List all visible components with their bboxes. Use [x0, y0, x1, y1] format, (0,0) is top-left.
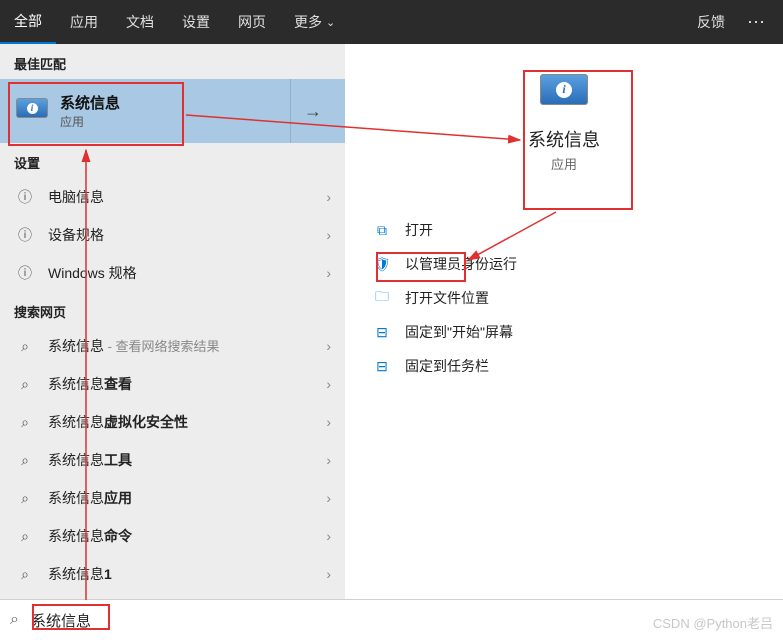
- web-row[interactable]: ⌕ 系统信息查看 ›: [0, 365, 345, 403]
- chevron-right-icon: ›: [326, 490, 331, 506]
- best-match-item[interactable]: i 系统信息 应用 →: [0, 79, 345, 143]
- settings-header: 设置: [0, 143, 345, 178]
- feedback-button[interactable]: 反馈: [685, 12, 737, 32]
- web-row[interactable]: ⌕ 系统信息命令 ›: [0, 517, 345, 555]
- search-icon: ⌕: [14, 376, 36, 393]
- search-icon: ⌕: [14, 566, 36, 583]
- best-match-title: 系统信息: [60, 92, 290, 113]
- preview-title: 系统信息: [528, 126, 600, 152]
- web-row[interactable]: ⌕ 系统信息1 ›: [0, 555, 345, 593]
- preview-subtitle: 应用: [551, 154, 577, 173]
- chevron-right-icon: ›: [326, 189, 331, 205]
- expand-arrow-button[interactable]: →: [290, 79, 335, 143]
- action-pin-to-taskbar[interactable]: ⊟ 固定到任务栏: [365, 349, 763, 383]
- tab-settings[interactable]: 设置: [168, 0, 224, 44]
- chevron-right-icon: ›: [326, 338, 331, 354]
- preview-pane: i 系统信息 应用 ⧉ 打开 🛡 以管理员身份运行 🗀 打开文件位置 ⊟ 固定到…: [345, 44, 783, 600]
- row-label: 系统信息 - 查看网络搜索结果: [48, 336, 326, 356]
- web-row[interactable]: ⌕ 系统信息应用 ›: [0, 479, 345, 517]
- row-label: 系统信息查看: [48, 374, 326, 394]
- overflow-menu-button[interactable]: ⋯: [737, 13, 775, 31]
- web-row[interactable]: ⌕ 系统信息工具 ›: [0, 441, 345, 479]
- tab-all[interactable]: 全部: [0, 0, 56, 44]
- tab-more[interactable]: 更多 ⌄: [280, 0, 349, 44]
- settings-row-windows-spec[interactable]: ⓘ Windows 规格 ›: [0, 254, 345, 292]
- best-match-header: 最佳匹配: [0, 44, 345, 79]
- web-row[interactable]: ⌕ 系统信息 - 查看网络搜索结果 ›: [0, 327, 345, 365]
- settings-row-pc-info[interactable]: ⓘ 电脑信息 ›: [0, 178, 345, 216]
- search-icon: ⌕: [14, 414, 36, 431]
- top-tab-bar: 全部 应用 文档 设置 网页 更多 ⌄ 反馈 ⋯: [0, 0, 783, 44]
- tab-documents[interactable]: 文档: [112, 0, 168, 44]
- action-label: 打开: [405, 220, 433, 240]
- tab-web[interactable]: 网页: [224, 0, 280, 44]
- chevron-right-icon: ›: [326, 265, 331, 281]
- row-label: 系统信息应用: [48, 488, 326, 508]
- action-label: 固定到任务栏: [405, 356, 489, 376]
- action-label: 固定到"开始"屏幕: [405, 322, 513, 342]
- search-input[interactable]: [29, 611, 773, 630]
- chevron-right-icon: ›: [326, 376, 331, 392]
- chevron-down-icon: ⌄: [326, 16, 335, 29]
- action-pin-to-start[interactable]: ⊟ 固定到"开始"屏幕: [365, 315, 763, 349]
- row-label: 系统信息1: [48, 564, 326, 584]
- info-icon: ⓘ: [14, 225, 36, 245]
- row-label: Windows 规格: [48, 263, 326, 283]
- row-label: 系统信息工具: [48, 450, 326, 470]
- admin-icon: 🛡: [371, 256, 393, 273]
- folder-icon: 🗀: [371, 286, 393, 310]
- search-icon: ⌕: [14, 452, 36, 469]
- web-row[interactable]: ⌕ 系统信息虚拟化安全性 ›: [0, 403, 345, 441]
- tab-apps[interactable]: 应用: [56, 0, 112, 44]
- row-label: 设备规格: [48, 225, 326, 245]
- info-icon: ⓘ: [14, 263, 36, 283]
- system-info-icon: i: [14, 93, 50, 129]
- search-icon: ⌕: [14, 338, 36, 355]
- open-icon: ⧉: [371, 222, 393, 239]
- action-open[interactable]: ⧉ 打开: [365, 213, 763, 247]
- row-label: 系统信息命令: [48, 526, 326, 546]
- pin-start-icon: ⊟: [371, 324, 393, 341]
- chevron-right-icon: ›: [326, 227, 331, 243]
- search-icon: ⌕: [10, 611, 19, 629]
- chevron-right-icon: ›: [326, 414, 331, 430]
- search-bar[interactable]: ⌕: [0, 599, 783, 640]
- chevron-right-icon: ›: [326, 528, 331, 544]
- pin-taskbar-icon: ⊟: [371, 358, 393, 375]
- action-label: 以管理员身份运行: [405, 254, 517, 274]
- row-label: 电脑信息: [48, 187, 326, 207]
- action-label: 打开文件位置: [405, 288, 489, 308]
- chevron-right-icon: ›: [326, 566, 331, 582]
- settings-row-device-spec[interactable]: ⓘ 设备规格 ›: [0, 216, 345, 254]
- search-icon: ⌕: [14, 528, 36, 545]
- info-icon: ⓘ: [14, 187, 36, 207]
- best-match-subtitle: 应用: [60, 113, 290, 130]
- action-open-file-location[interactable]: 🗀 打开文件位置: [365, 281, 763, 315]
- chevron-right-icon: ›: [326, 452, 331, 468]
- system-info-large-icon: i: [540, 74, 588, 114]
- search-icon: ⌕: [14, 490, 36, 507]
- web-header: 搜索网页: [0, 292, 345, 327]
- tab-more-label: 更多: [294, 12, 322, 32]
- results-pane: 最佳匹配 i 系统信息 应用 → 设置 ⓘ 电脑信息 › ⓘ 设备规格 › ⓘ …: [0, 44, 345, 600]
- action-run-as-admin[interactable]: 🛡 以管理员身份运行: [365, 247, 763, 281]
- row-label: 系统信息虚拟化安全性: [48, 412, 326, 432]
